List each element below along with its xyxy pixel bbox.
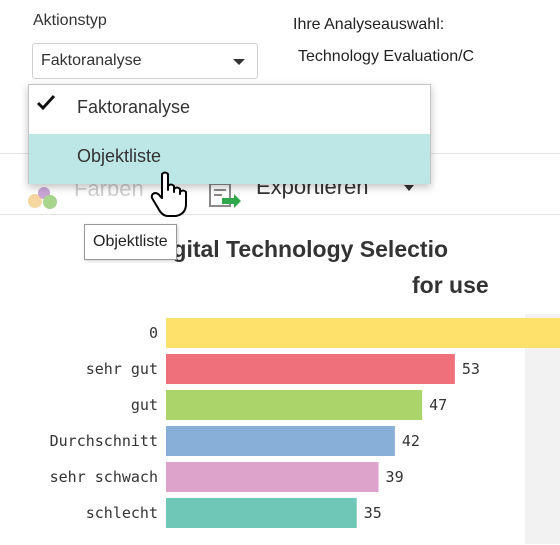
- value-label: 35: [364, 504, 382, 522]
- value-label: 42: [402, 432, 420, 450]
- action-type-label: Aktionstyp: [33, 12, 107, 29]
- chart-bar[interactable]: [166, 498, 357, 528]
- action-type-dropdown-menu: Faktoranalyse Objektliste: [28, 84, 431, 184]
- checkmark-icon: [36, 94, 56, 111]
- category-label: Durchschnitt: [50, 432, 158, 450]
- palette-icon[interactable]: [26, 183, 68, 211]
- category-label: sehr gut: [86, 360, 158, 378]
- menu-item-label: Faktoranalyse: [77, 97, 191, 117]
- chart-bar[interactable]: [166, 354, 455, 384]
- category-label: schlecht: [86, 504, 158, 522]
- analysis-selection-label: Ihre Analyseauswahl:: [293, 16, 445, 33]
- chart-bar[interactable]: [166, 390, 423, 420]
- menu-item-objektliste[interactable]: Objektliste: [29, 134, 430, 184]
- menu-item-faktoranalyse[interactable]: Faktoranalyse: [29, 85, 430, 133]
- bar-chart: 0 sehr gut 53 gut 47 Durchschnitt 42 sehr schwa…: [50, 314, 560, 544]
- chart-title-line-2: for use: [412, 272, 489, 298]
- menu-item-label: Objektliste: [77, 146, 162, 166]
- chart-bar[interactable]: [166, 426, 395, 456]
- analysis-selection-value[interactable]: Technology Evaluation/C: [298, 48, 474, 66]
- chart-bar[interactable]: [166, 462, 379, 492]
- value-label: 39: [386, 468, 404, 486]
- action-type-select-value: Faktoranalyse: [41, 52, 142, 69]
- chevron-down-icon[interactable]: [404, 185, 414, 191]
- hand-cursor-icon: [150, 171, 187, 217]
- value-label: 53: [462, 360, 480, 378]
- category-label: 0: [149, 324, 158, 342]
- plot-background: [525, 314, 560, 544]
- chart-title-line-1: igital Technology Selectio: [166, 236, 449, 262]
- category-label: gut: [131, 396, 158, 414]
- chart-bar[interactable]: [166, 318, 560, 348]
- toolbar-divider: [0, 214, 560, 215]
- value-label: 47: [429, 396, 447, 414]
- export-icon[interactable]: [208, 180, 242, 208]
- chevron-down-icon: [233, 59, 245, 65]
- tooltip: Objektliste: [84, 224, 177, 260]
- action-type-select[interactable]: Faktoranalyse: [32, 43, 258, 79]
- category-label: sehr schwach: [50, 468, 158, 486]
